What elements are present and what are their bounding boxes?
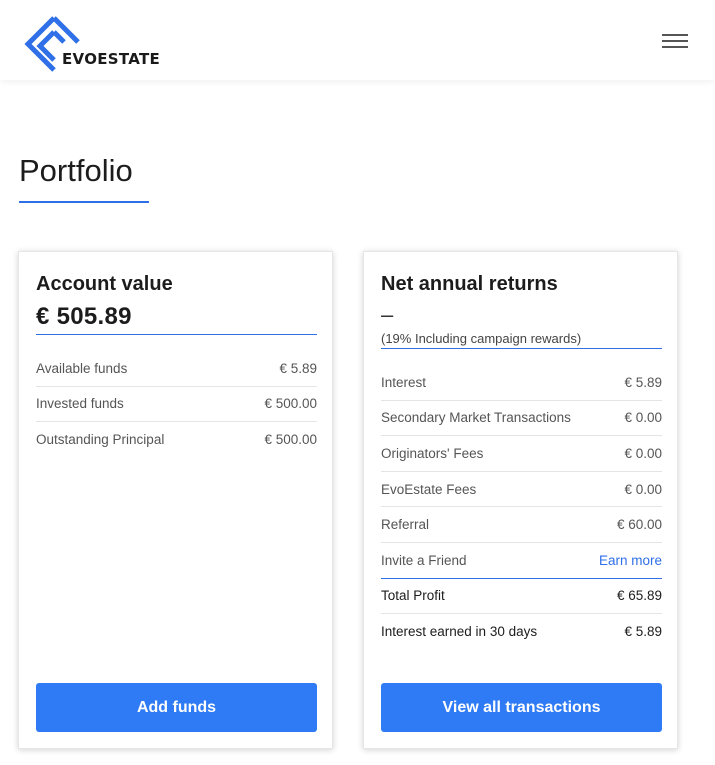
row-value: € 65.89 (616, 588, 662, 604)
row-value: € 60.00 (616, 517, 662, 533)
view-all-transactions-button[interactable]: View all transactions (381, 683, 662, 732)
evoestate-logo[interactable]: EVOESTATE (24, 14, 160, 72)
hamburger-menu-icon[interactable] (662, 34, 688, 48)
logo-text: EVOESTATE (62, 50, 161, 68)
row-label: Outstanding Principal (36, 432, 165, 448)
returns-rows: Interest € 5.89 Secondary Market Transac… (381, 365, 662, 650)
row-secondary-market: Secondary Market Transactions € 0.00 (381, 401, 662, 437)
row-label: Secondary Market Transactions (381, 410, 571, 426)
row-label: Referral (381, 517, 430, 533)
net-annual-returns-card: Net annual returns – (19% Including camp… (363, 251, 678, 749)
row-label: Total Profit (381, 588, 445, 604)
row-available-funds: Available funds € 5.89 (36, 351, 317, 387)
row-value: € 5.89 (624, 624, 662, 640)
account-value-card: Account value € 505.89 Available funds €… (18, 251, 333, 749)
top-header: EVOESTATE (0, 0, 715, 80)
row-label: Invested funds (36, 396, 124, 412)
account-rows: Available funds € 5.89 Invested funds € … (36, 351, 317, 458)
row-label: Interest (381, 374, 427, 390)
row-label: Interest earned in 30 days (381, 624, 538, 640)
row-evoestate-fees: EvoEstate Fees € 0.00 (381, 472, 662, 508)
divider (381, 348, 662, 349)
row-interest: Interest € 5.89 (381, 365, 662, 401)
row-label: Available funds (36, 360, 128, 376)
row-value: € 5.89 (624, 374, 662, 390)
row-invite-friend: Invite a Friend Earn more (381, 543, 662, 579)
account-value-heading: Account value (36, 273, 173, 295)
row-total-profit: Total Profit € 65.89 (381, 579, 662, 615)
page-title: Portfolio (19, 153, 133, 188)
account-value-amount: € 505.89 (36, 303, 132, 330)
add-funds-button[interactable]: Add funds (36, 683, 317, 732)
net-annual-returns-value: – (381, 302, 394, 327)
campaign-rewards-note: (19% Including campaign rewards) (381, 331, 582, 346)
row-outstanding-principal: Outstanding Principal € 500.00 (36, 422, 317, 458)
row-value: € 5.89 (279, 360, 317, 376)
net-annual-returns-heading: Net annual returns (381, 273, 558, 295)
row-referral: Referral € 60.00 (381, 507, 662, 543)
row-interest-30-days: Interest earned in 30 days € 5.89 (381, 614, 662, 650)
row-originators-fees: Originators' Fees € 0.00 (381, 436, 662, 472)
row-value: € 0.00 (624, 410, 662, 426)
row-value: € 500.00 (264, 396, 317, 412)
earn-more-link[interactable]: Earn more (599, 553, 662, 568)
divider (36, 334, 317, 335)
row-label: Originators' Fees (381, 445, 484, 461)
row-label: Invite a Friend (381, 552, 467, 568)
title-underline (19, 201, 149, 203)
row-value: € 0.00 (624, 481, 662, 497)
row-value: € 500.00 (264, 432, 317, 448)
row-value: € 0.00 (624, 445, 662, 461)
row-label: EvoEstate Fees (381, 481, 477, 497)
row-invested-funds: Invested funds € 500.00 (36, 387, 317, 423)
